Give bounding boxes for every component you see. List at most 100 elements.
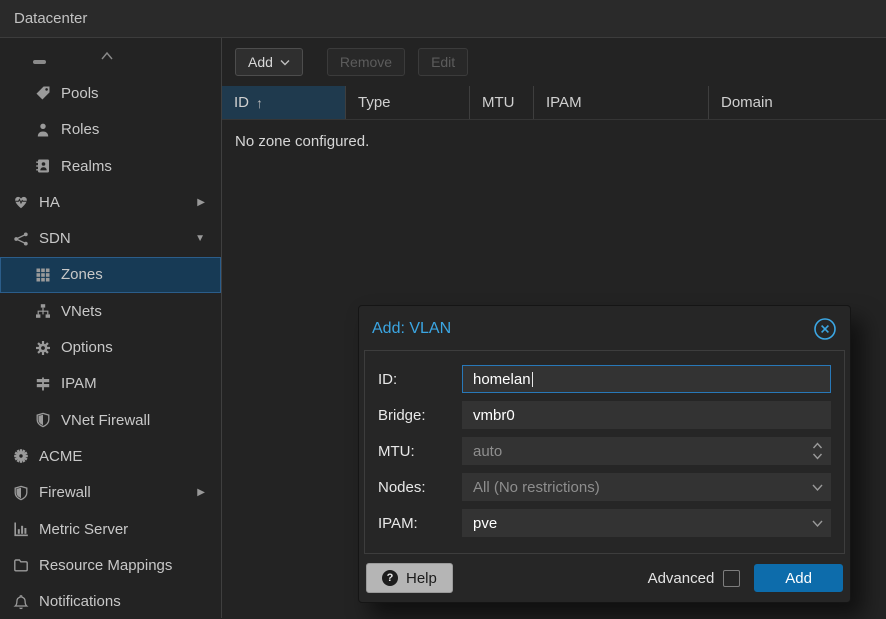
sidebar-item-label: Pools — [61, 85, 99, 102]
sidebar-item-label: Metric Server — [39, 521, 128, 538]
chevron-down-icon[interactable] — [811, 474, 824, 500]
column-label: MTU — [482, 94, 515, 111]
sidebar-item-realms[interactable]: Realms — [0, 148, 221, 184]
heartbeat-icon — [12, 194, 30, 210]
remove-button: Remove — [327, 48, 405, 76]
chevron-down-icon[interactable] — [811, 510, 824, 536]
sidebar-item-pools[interactable]: Pools — [0, 75, 221, 111]
signpost-icon — [34, 376, 52, 392]
close-icon[interactable] — [813, 317, 837, 341]
column-header-type[interactable]: Type — [346, 86, 470, 119]
folder-icon — [12, 557, 30, 573]
mtu-row: MTU:auto — [378, 437, 831, 465]
certificate-icon — [12, 448, 30, 464]
sidebar-item-zones[interactable]: Zones — [0, 257, 221, 293]
sidebar-item-partial[interactable] — [0, 39, 221, 75]
sidebar-item-options[interactable]: Options — [0, 329, 221, 365]
column-header-ipam[interactable]: IPAM — [534, 86, 709, 119]
user-icon — [34, 122, 52, 138]
nodes-row: Nodes:All (No restrictions) — [378, 473, 831, 501]
column-label: Domain — [721, 94, 773, 111]
ipam-label: IPAM: — [378, 515, 462, 532]
sidebar-item-resource-mappings[interactable]: Resource Mappings — [0, 547, 221, 583]
sidebar: Pools Roles Realms HA ▶ SDN ▼ Zones VNets Options… — [0, 38, 222, 618]
sidebar-item-sdn[interactable]: SDN ▼ — [0, 220, 221, 256]
toolbar-button-label: Edit — [431, 54, 455, 70]
toolbar-button-label: Add — [248, 54, 273, 70]
edit-button: Edit — [418, 48, 468, 76]
grid-icon — [34, 267, 52, 283]
add-submit-button[interactable]: Add — [754, 564, 843, 592]
nodes-field[interactable]: All (No restrictions) — [462, 473, 831, 501]
column-label: ID — [234, 94, 249, 111]
bridge-field[interactable]: vmbr0 — [462, 401, 831, 429]
toolbar-button-label: Remove — [340, 54, 392, 70]
tag-icon — [34, 85, 52, 101]
shield-icon — [34, 412, 52, 428]
sidebar-item-label: VNet Firewall — [61, 412, 150, 429]
sidebar-item-acme[interactable]: ACME — [0, 438, 221, 474]
gear-icon — [34, 340, 52, 356]
sidebar-item-label: Resource Mappings — [39, 557, 172, 574]
sort-asc-icon: ↑ — [256, 95, 263, 111]
field-value: pve — [473, 515, 497, 532]
add-button[interactable]: Add — [235, 48, 303, 76]
column-header-mtu[interactable]: MTU — [470, 86, 534, 119]
column-header-id[interactable]: ID ↑ — [222, 86, 346, 119]
ipam-row: IPAM: pve — [378, 509, 831, 537]
column-label: IPAM — [546, 94, 582, 111]
sidebar-item-metric-server[interactable]: Metric Server — [0, 511, 221, 547]
shield-icon — [12, 485, 30, 501]
grid-empty-text: No zone configured. — [222, 120, 886, 150]
sidebar-item-label: HA — [39, 194, 60, 211]
bridge-label: Bridge: — [378, 407, 462, 424]
bell-icon — [12, 594, 30, 610]
sidebar-item-label: Options — [61, 339, 113, 356]
sidebar-item-label: IPAM — [61, 375, 97, 392]
address-book-icon — [34, 158, 52, 174]
dialog-footer: ? Help Advanced Add — [359, 554, 850, 602]
id-row: ID:homelan — [378, 365, 831, 393]
mtu-field[interactable]: auto — [462, 437, 831, 465]
dialog-title: Add: VLAN — [372, 320, 451, 338]
sitemap-icon — [34, 303, 52, 319]
sidebar-item-label: Zones — [61, 266, 103, 283]
id-label: ID: — [378, 371, 462, 388]
column-header-domain[interactable]: Domain — [709, 86, 886, 119]
ipam-field[interactable]: pve — [462, 509, 831, 537]
sidebar-item-ha[interactable]: HA ▶ — [0, 184, 221, 220]
expand-arrow-icon: ▶ — [197, 197, 205, 208]
sidebar-item-label: Roles — [61, 121, 99, 138]
sidebar-item-label: Notifications — [39, 593, 121, 610]
sidebar-item-label: VNets — [61, 303, 102, 320]
dialog-header: Add: VLAN — [359, 306, 850, 350]
sidebar-item-ipam[interactable]: IPAM — [0, 366, 221, 402]
chart-icon — [12, 521, 30, 537]
sidebar-item-notifications[interactable]: Notifications — [0, 583, 221, 618]
expand-arrow-icon: ▼ — [195, 233, 205, 244]
grid-header: ID ↑ Type MTU IPAM Domain — [222, 86, 886, 120]
sidebar-item-roles[interactable]: Roles — [0, 112, 221, 148]
bridge-row: Bridge:vmbr0 — [378, 401, 831, 429]
add-vlan-dialog: Add: VLAN ID:homelanBridge:vmbr0MTU:auto… — [358, 305, 851, 603]
help-button[interactable]: ? Help — [366, 563, 453, 593]
id-field[interactable]: homelan — [462, 365, 831, 393]
field-value: All (No restrictions) — [473, 479, 600, 496]
expand-arrow-icon: ▶ — [197, 487, 205, 498]
chevron-up-icon — [97, 48, 117, 68]
toolbar: Add Remove Edit — [222, 38, 886, 86]
clipped-icon — [33, 60, 46, 64]
sidebar-item-vnet-firewall[interactable]: VNet Firewall — [0, 402, 221, 438]
help-icon: ? — [382, 570, 398, 586]
sidebar-item-vnets[interactable]: VNets — [0, 293, 221, 329]
top-bar: Datacenter — [0, 0, 886, 38]
network-icon — [12, 231, 30, 247]
advanced-checkbox[interactable] — [723, 570, 740, 587]
spinner-icon[interactable] — [811, 438, 824, 464]
sidebar-item-label: SDN — [39, 230, 71, 247]
sidebar-item-firewall[interactable]: Firewall▶ — [0, 475, 221, 511]
dialog-body: ID:homelanBridge:vmbr0MTU:autoNodes:All … — [364, 350, 845, 554]
page-title: Datacenter — [14, 10, 87, 27]
mtu-label: MTU: — [378, 443, 462, 460]
column-label: Type — [358, 94, 391, 111]
